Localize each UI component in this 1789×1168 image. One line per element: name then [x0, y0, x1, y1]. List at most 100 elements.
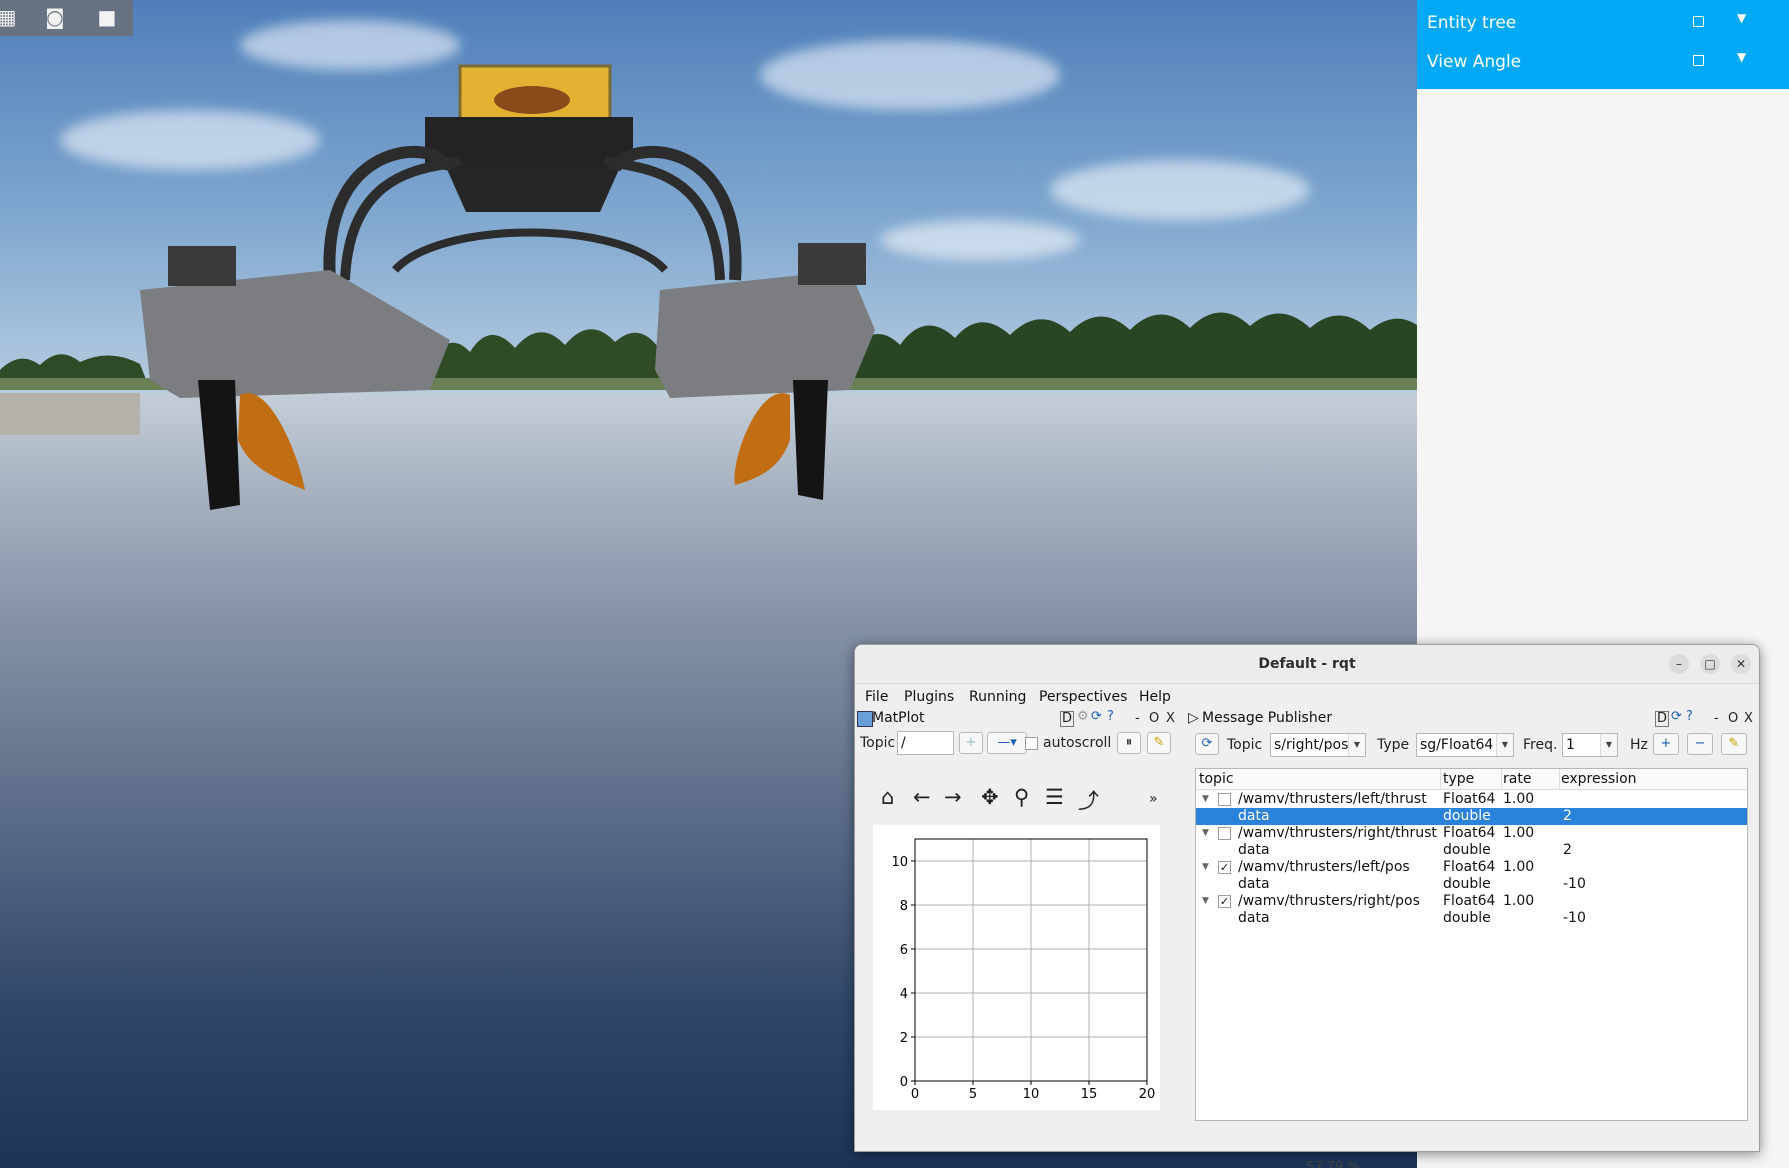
maximize-icon[interactable]	[1693, 16, 1704, 27]
dock-button[interactable]: D	[1060, 711, 1075, 727]
type-cell: double	[1443, 876, 1491, 892]
add-publisher-button[interactable]: +	[1653, 733, 1679, 755]
x-tick-label: 15	[1081, 1087, 1098, 1102]
enable-checkbox[interactable]	[1218, 827, 1231, 840]
expand-icon[interactable]: ▼	[1202, 828, 1209, 838]
refresh-topics-button[interactable]: ⟳	[1195, 733, 1219, 755]
entity-tree-label: Entity tree	[1427, 13, 1517, 33]
rate-cell[interactable]: 1.00	[1503, 791, 1534, 807]
expression-cell[interactable]: 2	[1563, 808, 1572, 824]
enable-checkbox[interactable]: ✓	[1218, 895, 1231, 908]
menu-help[interactable]: Help	[1139, 689, 1171, 705]
menu-plugins[interactable]: Plugins	[904, 689, 954, 705]
maximize-icon[interactable]	[1693, 55, 1704, 66]
autoscroll-checkbox[interactable]	[1025, 737, 1038, 750]
table-row[interactable]: ▼ /wamv/thrusters/right/thrust Float64 1…	[1196, 825, 1747, 842]
expression-cell[interactable]: 2	[1563, 842, 1572, 858]
y-tick-label: 10	[891, 855, 908, 870]
table-row[interactable]: ▼ /wamv/thrusters/left/thrust Float64 1.…	[1196, 791, 1747, 808]
menu-running[interactable]: Running	[969, 689, 1026, 705]
type-cell: Float64	[1443, 859, 1496, 875]
menu-perspectives[interactable]: Perspectives	[1039, 689, 1127, 705]
table-row[interactable]: data double 2	[1196, 842, 1747, 859]
close-plugin-button[interactable]: X	[1744, 711, 1753, 726]
menu-file[interactable]: File	[865, 689, 888, 705]
view-angle-label: View Angle	[1427, 52, 1522, 72]
clear-publishers-button[interactable]: ✎	[1721, 733, 1747, 755]
rate-cell[interactable]: 1.00	[1503, 825, 1534, 841]
help-icon[interactable]: ?	[1686, 709, 1693, 724]
video-icon[interactable]: ■	[94, 5, 120, 29]
table-row[interactable]: data double -10	[1196, 910, 1747, 927]
dock-button[interactable]: D	[1655, 711, 1670, 727]
table-row[interactable]: data double -10	[1196, 876, 1747, 893]
plot-canvas[interactable]: 0 5 10 15 20 0 2 4 6 8 10	[873, 825, 1160, 1110]
publisher-topic-value: s/right/pos	[1274, 737, 1349, 753]
configure-subplots-icon[interactable]: ☰	[1045, 785, 1064, 809]
chevron-down-icon[interactable]: ▼	[1737, 11, 1746, 25]
type-combo[interactable]: sg/Float64 ▼	[1416, 733, 1514, 757]
tree-header: topic type rate expression	[1196, 769, 1747, 790]
window-titlebar[interactable]: Default - rqt – □ ✕	[855, 645, 1759, 684]
field-cell: data	[1238, 808, 1270, 824]
float-plugin-button[interactable]: O	[1728, 711, 1738, 726]
table-row[interactable]: ▼ ✓ /wamv/thrusters/left/pos Float64 1.0…	[1196, 859, 1747, 876]
close-plugin-button[interactable]: X	[1166, 711, 1175, 726]
column-rate[interactable]: rate	[1503, 771, 1531, 787]
publisher-topic-combo[interactable]: s/right/pos ▼	[1270, 733, 1366, 757]
publisher-title-arrow[interactable]: ▷	[1188, 710, 1199, 726]
minimize-plugin-button[interactable]: -	[1714, 711, 1719, 726]
close-button[interactable]: ✕	[1731, 654, 1751, 674]
forward-icon[interactable]: →	[944, 785, 962, 809]
plot-toolbar: ⌂ ← → ✥ ⚲ ☰ ⤴ »	[881, 785, 1171, 813]
freq-combo[interactable]: 1 ▼	[1562, 733, 1618, 757]
rate-cell[interactable]: 1.00	[1503, 859, 1534, 875]
remove-topic-button[interactable]: —▾	[987, 732, 1027, 754]
freq-value: 1	[1566, 737, 1575, 753]
clear-plot-button[interactable]: ✎	[1147, 732, 1171, 754]
reload-icon[interactable]: ⟳	[1671, 709, 1682, 724]
minimize-plugin-button[interactable]: -	[1135, 711, 1140, 726]
camera-icon[interactable]: ◙	[42, 5, 68, 29]
home-icon[interactable]: ⌂	[881, 785, 894, 809]
expression-cell[interactable]: -10	[1563, 910, 1586, 926]
publisher-title: Message Publisher	[1202, 710, 1333, 726]
rate-cell[interactable]: 1.00	[1503, 893, 1534, 909]
expression-cell[interactable]: -10	[1563, 876, 1586, 892]
enable-checkbox[interactable]: ✓	[1218, 861, 1231, 874]
minimize-button[interactable]: –	[1669, 654, 1689, 674]
type-cell: double	[1443, 910, 1491, 926]
topic-input[interactable]: /	[897, 731, 954, 755]
float-plugin-button[interactable]: O	[1149, 711, 1159, 726]
reload-icon[interactable]: ⟳	[1091, 709, 1102, 724]
gear-icon[interactable]: ⚙	[1077, 709, 1089, 724]
zoom-icon[interactable]: ⚲	[1014, 785, 1029, 809]
table-row[interactable]: ▼ ✓ /wamv/thrusters/right/pos Float64 1.…	[1196, 893, 1747, 910]
column-type[interactable]: type	[1443, 771, 1474, 787]
add-topic-button[interactable]: +	[959, 732, 983, 754]
chevron-down-icon: ▼	[1600, 734, 1617, 756]
enable-checkbox[interactable]	[1218, 793, 1231, 806]
type-cell: Float64	[1443, 893, 1496, 909]
column-topic[interactable]: topic	[1199, 771, 1234, 787]
column-expression[interactable]: expression	[1561, 771, 1637, 787]
table-row[interactable]: data double 2	[1196, 808, 1747, 825]
help-icon[interactable]: ?	[1107, 709, 1114, 724]
back-icon[interactable]: ←	[913, 785, 931, 809]
chevron-down-icon[interactable]: ▼	[1737, 50, 1746, 64]
expand-icon[interactable]: ▼	[1202, 896, 1209, 906]
more-tools-icon[interactable]: »	[1149, 791, 1158, 807]
pan-icon[interactable]: ✥	[981, 785, 999, 809]
maximize-button[interactable]: □	[1700, 654, 1720, 674]
remove-publisher-button[interactable]: −	[1687, 733, 1713, 755]
wamv-boat	[140, 64, 875, 510]
edit-axis-icon[interactable]: ⤴	[1078, 785, 1099, 815]
field-cell: data	[1238, 910, 1270, 926]
expand-icon[interactable]: ▼	[1202, 794, 1209, 804]
view-angle-header[interactable]: View Angle ▼	[1417, 39, 1789, 89]
grid-icon[interactable]: ▦	[0, 5, 20, 29]
expand-icon[interactable]: ▼	[1202, 862, 1209, 872]
pause-button[interactable]: ⏸	[1117, 732, 1141, 754]
type-cell: Float64	[1443, 791, 1496, 807]
publisher-tree[interactable]: topic type rate expression ▼ /wamv/thrus…	[1195, 768, 1748, 1121]
